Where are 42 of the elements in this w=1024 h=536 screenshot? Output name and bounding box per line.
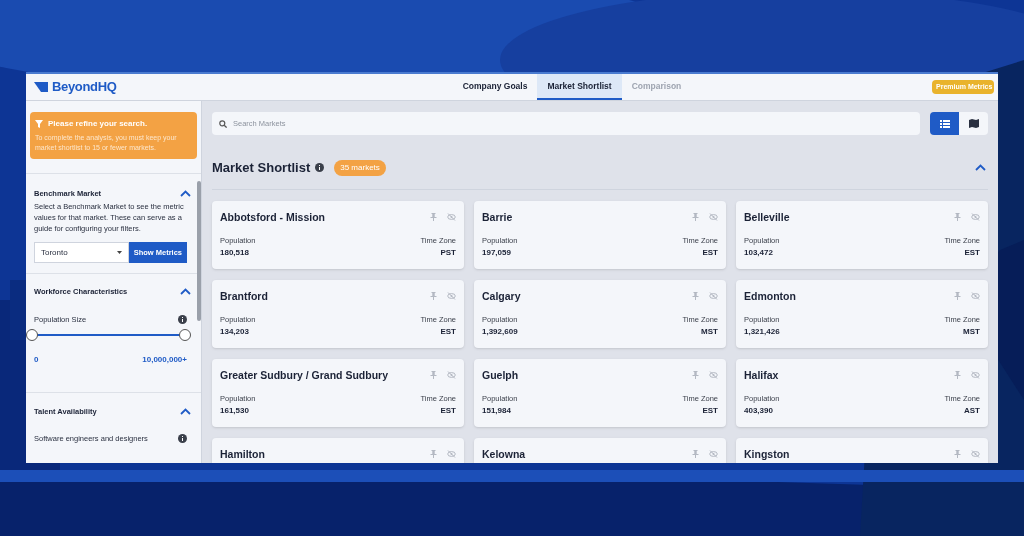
timezone-value: EST — [702, 246, 718, 259]
population-value: 1,321,426 — [744, 325, 780, 338]
logo: BeyondHQ — [52, 78, 117, 97]
tab[interactable]: Company Goals — [452, 74, 538, 100]
timezone-value: MST — [701, 325, 718, 338]
market-name: Barrie — [482, 209, 514, 225]
population-value: 134,203 — [220, 325, 250, 338]
market-name: Edmonton — [744, 288, 797, 304]
timezone-value: PST — [440, 246, 456, 259]
alert-title: Please refine your search. — [48, 118, 148, 130]
range-max: 10,000,000+ — [142, 353, 187, 366]
market-name: Halifax — [744, 367, 780, 383]
population-value: 161,530 — [220, 404, 250, 417]
market-name: Calgary — [482, 288, 522, 304]
market-name: Brantford — [220, 288, 269, 304]
market-card[interactable]: Hamilton — [212, 437, 464, 463]
market-name: Kingston — [744, 446, 791, 462]
market-card[interactable]: Kelowna — [474, 437, 726, 463]
market-select[interactable]: Toronto — [34, 242, 129, 264]
market-name: Belleville — [744, 209, 791, 225]
timezone-value: EST — [964, 246, 980, 259]
count-badge: 35 markets — [334, 159, 386, 176]
market-card[interactable]: Kingston — [736, 437, 988, 463]
population-value: 1,392,609 — [482, 325, 518, 338]
market-name: Greater Sudbury / Grand Sudbury — [220, 367, 390, 383]
timezone-value: EST — [702, 404, 718, 417]
timezone-value: EST — [440, 325, 456, 338]
population-value: 180,518 — [220, 246, 250, 259]
market-name: Abbotsford - Mission — [220, 209, 326, 225]
range-min: 0 — [34, 353, 39, 366]
population-value: 403,390 — [744, 404, 774, 417]
timezone-value: EST — [440, 404, 456, 417]
market-name: Guelph — [482, 367, 520, 383]
population-value: 103,472 — [744, 246, 774, 259]
timezone-value: MST — [963, 325, 980, 338]
page-title: Market Shortlist — [212, 159, 311, 177]
market-name: Kelowna — [482, 446, 527, 462]
market-name: Hamilton — [220, 446, 266, 462]
timezone-value: AST — [964, 404, 980, 417]
population-value: 197,059 — [482, 246, 512, 259]
population-value: 151,984 — [482, 404, 512, 417]
tab[interactable]: Market Shortlist — [537, 74, 622, 100]
